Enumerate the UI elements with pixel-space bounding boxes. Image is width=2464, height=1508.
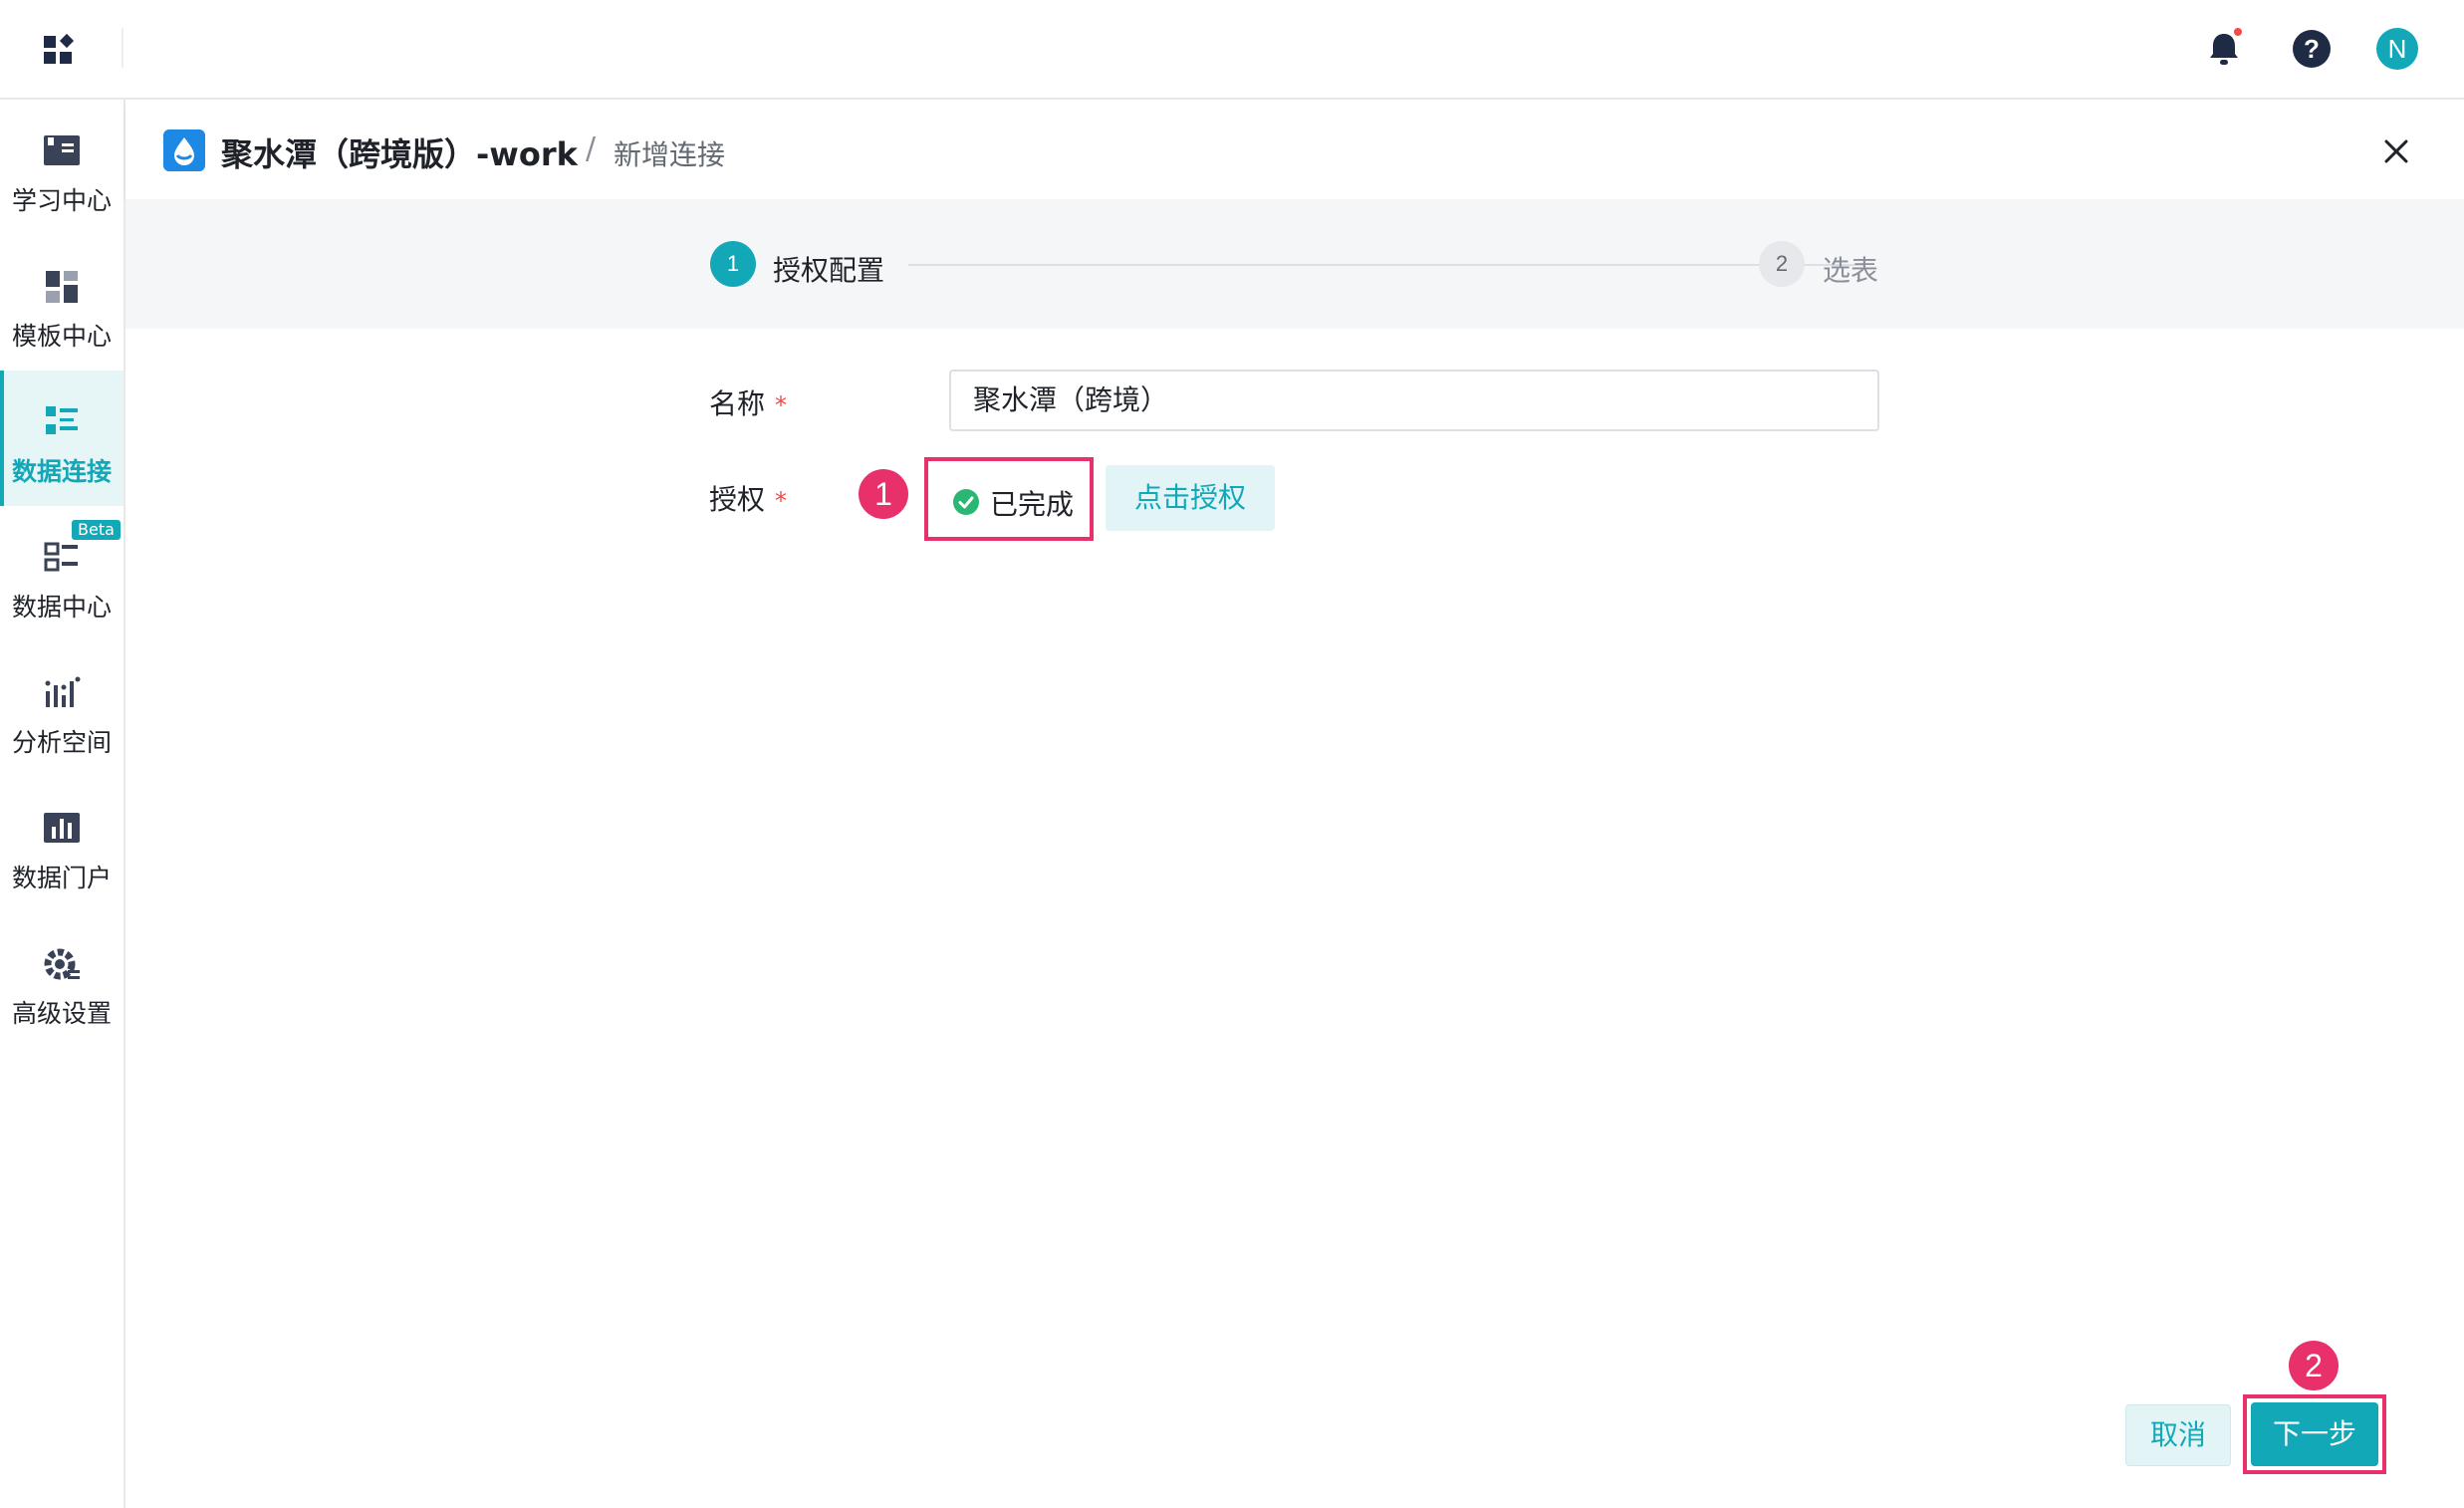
sidebar-item-data-connection[interactable]: 数据连接 [0, 371, 123, 506]
close-icon[interactable] [2380, 135, 2412, 167]
sidebar-item-label: 数据门户 [11, 864, 112, 892]
name-label: 名称 * [709, 382, 787, 422]
breadcrumb-current: 新增连接 [614, 138, 726, 171]
top-bar: ? N [0, 0, 2464, 100]
sidebar-item-label: 模板中心 [11, 322, 112, 351]
bell-icon[interactable] [2201, 26, 2247, 72]
sidebar-item-data-center[interactable]: Beta 数据中心 [0, 506, 123, 641]
sidebar-item-portal[interactable]: 数据门户 [0, 777, 123, 912]
name-label-text: 名称 [709, 387, 766, 420]
svg-text:?: ? [2304, 34, 2320, 64]
divider [122, 28, 123, 68]
sidebar-item-settings[interactable]: 高级设置 [0, 912, 123, 1048]
avatar[interactable]: N [2376, 28, 2418, 70]
authorize-button[interactable]: 点击授权 [1106, 465, 1275, 531]
sidebar-item-label: 高级设置 [11, 999, 112, 1028]
sidebar-item-learning[interactable]: 学习中心 [0, 100, 123, 235]
step-1-label: 授权配置 [773, 254, 885, 287]
step-1-number: 1 [710, 241, 756, 287]
step-2-label: 选表 [1823, 254, 1879, 287]
check-circle-icon [953, 489, 979, 515]
required-mark: * [775, 487, 788, 515]
next-button-highlight: 下一步 [2243, 1394, 2386, 1474]
step-2-number: 2 [1759, 241, 1805, 287]
next-button[interactable]: 下一步 [2251, 1402, 2378, 1466]
app-logo-icon [163, 129, 205, 171]
gear-icon [44, 948, 80, 980]
sidebar-item-label: 数据连接 [11, 457, 112, 486]
required-mark: * [775, 391, 788, 419]
cancel-button[interactable]: 取消 [2125, 1404, 2231, 1466]
question-icon[interactable]: ? [2289, 26, 2335, 72]
portal-icon [44, 813, 80, 843]
annotation-marker-2: 2 [2289, 1341, 2339, 1390]
name-input[interactable]: 聚水潭（跨境） [949, 370, 1879, 431]
step-connector [908, 264, 1864, 266]
auth-status-text: 已完成 [990, 488, 1075, 521]
step-indicator: 1 授权配置 2 选表 [125, 199, 2464, 329]
sidebar: 学习中心 模板中心 数据连接 Beta 数据中心 分析空间 数据门户 高级设置 [0, 100, 125, 1508]
auth-status-highlight: 已完成 [924, 457, 1094, 541]
page-title: 聚水潭（跨境版）-work [221, 135, 578, 173]
auth-label-text: 授权 [709, 483, 766, 516]
template-icon [46, 271, 78, 303]
data-center-icon [44, 542, 78, 572]
app-grid-icon[interactable] [40, 32, 84, 68]
breadcrumb-separator: / [586, 131, 597, 166]
annotation-marker-1: 1 [859, 469, 908, 519]
auth-label: 授权 * [709, 478, 787, 518]
sidebar-item-label: 数据中心 [11, 593, 112, 622]
sidebar-item-templates[interactable]: 模板中心 [0, 235, 123, 371]
sidebar-item-analysis[interactable]: 分析空间 [0, 641, 123, 777]
data-connect-icon [46, 406, 78, 434]
sidebar-item-label: 分析空间 [11, 728, 112, 757]
sidebar-item-label: 学习中心 [11, 186, 112, 215]
content-header: 聚水潭（跨境版）-work / 新增连接 [125, 100, 2464, 199]
book-icon [44, 135, 80, 165]
analysis-icon [45, 676, 81, 707]
